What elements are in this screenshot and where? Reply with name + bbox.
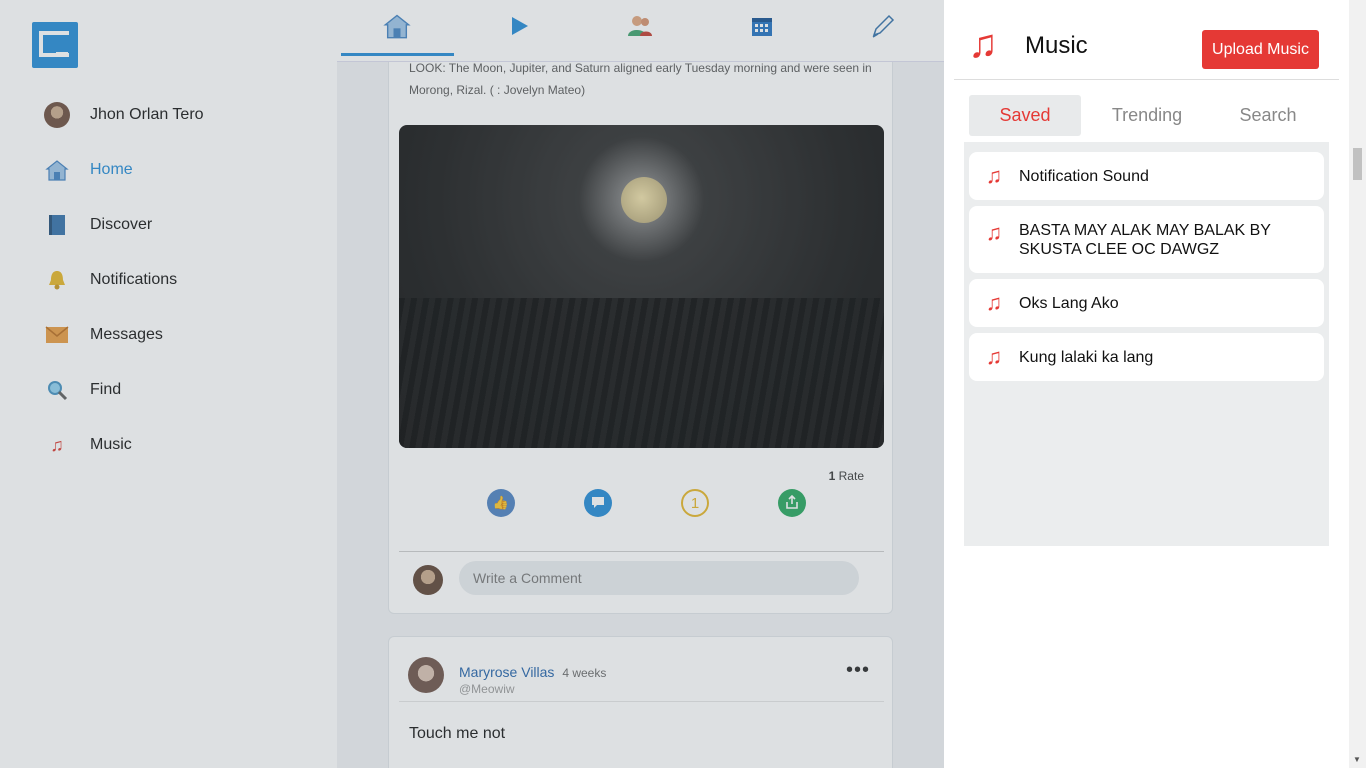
active-tab-indicator <box>341 53 454 56</box>
sidebar-item-label: Home <box>90 161 133 178</box>
sidebar-item-find[interactable]: Find <box>44 375 121 405</box>
pen-icon <box>870 13 896 44</box>
sidebar-item-home[interactable]: Home <box>44 155 133 185</box>
avatar <box>413 565 443 595</box>
calendar-icon <box>751 15 773 42</box>
sidebar-item-profile[interactable]: Jhon Orlan Tero <box>44 100 204 130</box>
divider <box>954 79 1339 80</box>
sidebar-item-label: Notifications <box>90 271 178 288</box>
divider <box>399 551 884 552</box>
user-avatar <box>44 102 70 128</box>
rate-button[interactable]: 1 <box>681 489 709 517</box>
list-item[interactable]: ♫ Notification Sound <box>969 152 1324 200</box>
sidebar-item-music[interactable]: ♫ Music <box>44 430 132 460</box>
book-icon <box>44 212 70 238</box>
app-logo[interactable] <box>32 22 78 68</box>
tab-home[interactable] <box>377 12 417 44</box>
tab-search[interactable]: Search <box>1212 95 1324 136</box>
tab-write[interactable] <box>863 12 903 44</box>
home-icon <box>383 12 411 45</box>
tab-friends[interactable] <box>620 12 660 44</box>
bell-icon <box>44 267 70 293</box>
number-one-icon: 1 <box>690 494 700 512</box>
list-item[interactable]: ♫ BASTA MAY ALAK MAY BALAK BY SKUSTA CLE… <box>969 206 1324 273</box>
sidebar-item-messages[interactable]: Messages <box>44 320 163 350</box>
panel-title: Music <box>1025 32 1088 59</box>
list-item[interactable]: ♫ Kung lalaki ka lang <box>969 333 1324 381</box>
speech-bubble-icon <box>591 495 605 512</box>
post-text: Touch me not <box>409 725 506 742</box>
post-caption: LOOK: The Moon, Jupiter, and Saturn alig… <box>409 62 872 97</box>
avatar[interactable] <box>408 657 444 693</box>
more-options-icon[interactable]: ••• <box>846 659 870 682</box>
sidebar-item-label: Messages <box>90 326 163 343</box>
post-author-row: Maryrose Villas 4 weeks <box>459 664 606 680</box>
sidebar-item-notifications[interactable]: Notifications <box>44 265 177 295</box>
song-title: BASTA MAY ALAK MAY BALAK BY SKUSTA CLEE … <box>1019 221 1271 258</box>
song-title: Oks Lang Ako <box>1019 294 1119 312</box>
friends-icon <box>626 14 654 43</box>
home-icon <box>44 157 70 183</box>
moon-shape <box>621 177 667 223</box>
play-icon <box>508 15 530 42</box>
upload-music-button[interactable]: Upload Music <box>1202 30 1319 69</box>
share-icon <box>785 494 799 512</box>
grass-silhouette <box>399 298 884 448</box>
post-card: Maryrose Villas 4 weeks @Meowiw ••• Touc… <box>388 636 893 768</box>
top-nav <box>337 0 944 62</box>
music-note-icon: ♫ <box>985 290 1003 315</box>
rate-number: 1 <box>828 469 836 483</box>
song-title: Kung lalaki ka lang <box>1019 348 1154 366</box>
page-scrollbar[interactable]: ▼ <box>1349 0 1366 768</box>
sidebar-user-name: Jhon Orlan Tero <box>90 106 204 123</box>
post-handle: @Meowiw <box>459 682 515 696</box>
post-author[interactable]: Maryrose Villas <box>459 664 554 680</box>
tab-calendar[interactable] <box>742 12 782 44</box>
panel-header: ♫ Music Upload Music <box>944 0 1349 80</box>
rate-count: 1 Rate <box>829 469 864 483</box>
rate-label: Rate <box>838 469 864 483</box>
divider <box>399 701 884 702</box>
like-button[interactable]: 👍 <box>487 489 515 517</box>
thumbs-up-icon: 👍 <box>492 495 510 510</box>
sidebar-item-discover[interactable]: Discover <box>44 210 152 240</box>
envelope-icon <box>44 322 70 348</box>
music-note-icon: ♫ <box>968 22 998 66</box>
tab-videos[interactable] <box>499 12 539 44</box>
music-panel: ♫ Music Upload Music Saved Trending Sear… <box>944 0 1349 768</box>
music-note-icon: ♫ <box>985 344 1003 369</box>
scrollbar-thumb[interactable] <box>1353 148 1362 180</box>
news-feed: LOOK: The Moon, Jupiter, and Saturn alig… <box>337 62 944 768</box>
sidebar-item-label: Find <box>90 381 122 398</box>
share-button[interactable] <box>778 489 806 517</box>
sidebar-item-label: Music <box>90 436 132 453</box>
tab-trending[interactable]: Trending <box>1091 95 1203 136</box>
post-photo[interactable] <box>399 125 884 448</box>
song-title: Notification Sound <box>1019 167 1149 185</box>
song-list: ♫ Notification Sound ♫ BASTA MAY ALAK MA… <box>964 142 1329 546</box>
scroll-down-arrow-icon[interactable]: ▼ <box>1353 755 1361 764</box>
music-note-icon: ♫ <box>985 220 1003 245</box>
tab-saved[interactable]: Saved <box>969 95 1081 136</box>
post-card: LOOK: The Moon, Jupiter, and Saturn alig… <box>388 62 893 614</box>
comment-button[interactable] <box>584 489 612 517</box>
post-time: 4 weeks <box>562 666 607 680</box>
music-note-icon: ♫ <box>50 434 64 455</box>
left-sidebar: Jhon Orlan Tero Home Discover Notificati… <box>0 0 337 768</box>
list-item[interactable]: ♫ Oks Lang Ako <box>969 279 1324 327</box>
sidebar-item-label: Discover <box>90 216 153 233</box>
comment-input[interactable] <box>459 561 859 595</box>
music-note-icon: ♫ <box>985 163 1003 188</box>
magnifier-icon <box>44 377 70 403</box>
